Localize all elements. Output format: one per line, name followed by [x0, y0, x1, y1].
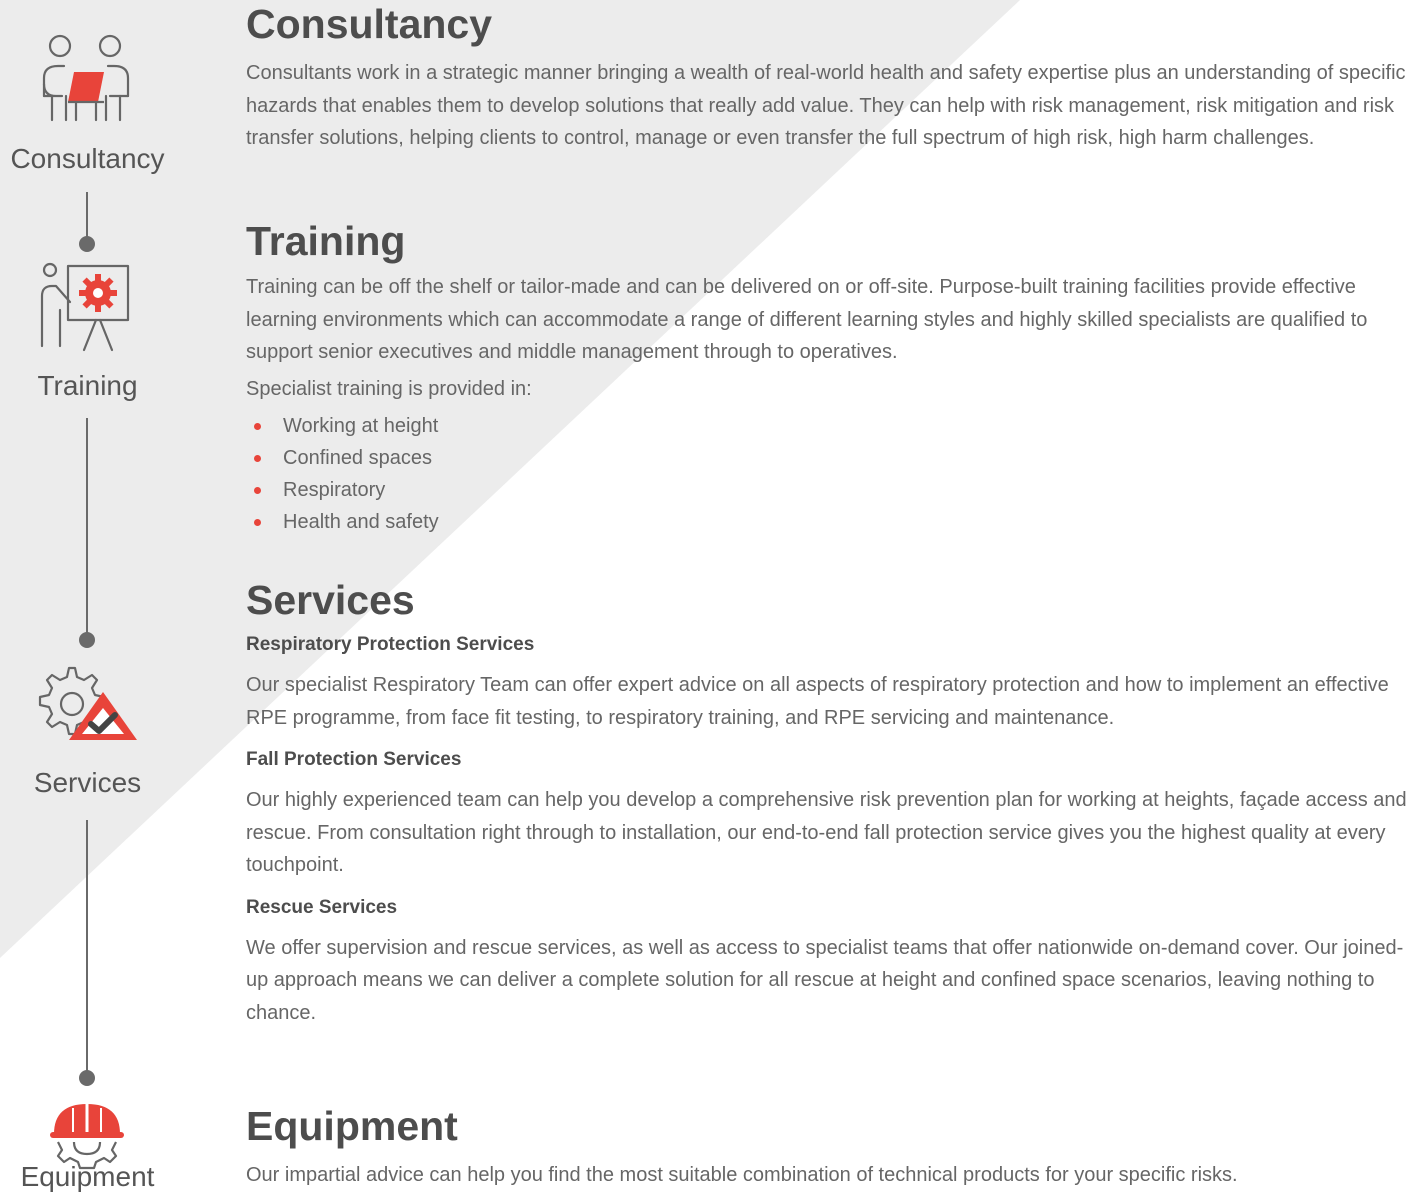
training-body: Training can be off the shelf or tailor-…	[246, 276, 1368, 363]
fall-protection-body: Our highly experienced team can help you…	[246, 789, 1407, 876]
training-heading: Training	[246, 218, 406, 264]
services-section: Services Respiratory Protection Services…	[246, 576, 1422, 1029]
consultancy-section: Consultancy Consultants work in a strate…	[246, 0, 1422, 155]
consultancy-people-icon	[42, 34, 130, 122]
timeline-dot	[79, 236, 95, 252]
training-list: Working at height Confined spaces Respir…	[246, 410, 1422, 538]
bullet-icon	[254, 519, 261, 526]
training-section: Training Training can be off the shelf o…	[246, 217, 1422, 538]
consultancy-heading: Consultancy	[246, 1, 493, 47]
equipment-hardhat-gear-icon	[50, 1104, 124, 1170]
services-timeline: Consultancy Training Services Equipment	[0, 0, 175, 1198]
list-item: Confined spaces	[246, 442, 1422, 474]
rescue-body: We offer supervision and rescue services…	[246, 936, 1404, 1024]
timeline-label-consultancy: Consultancy	[10, 143, 165, 174]
list-item: Working at height	[246, 410, 1422, 442]
bullet-icon	[254, 455, 261, 462]
bullet-icon	[254, 423, 261, 430]
consultancy-body: Consultants work in a strategic manner b…	[246, 62, 1406, 149]
services-gear-warning-icon	[38, 666, 137, 740]
timeline-connector	[86, 418, 88, 636]
equipment-section: Equipment Our impartial advice can help …	[246, 1102, 1422, 1192]
timeline-label-equipment: Equipment	[20, 1161, 155, 1192]
timeline-dot	[79, 632, 95, 648]
timeline-label-training: Training	[37, 370, 138, 401]
equipment-heading: Equipment	[246, 1103, 458, 1149]
timeline-label-services: Services	[33, 767, 142, 798]
respiratory-subheading: Respiratory Protection Services	[246, 634, 535, 655]
rescue-subheading: Rescue Services	[246, 896, 398, 918]
list-item: Health and safety	[246, 506, 1422, 538]
timeline-dot	[79, 1070, 95, 1086]
equipment-body: Our impartial advice can help you find t…	[246, 1164, 1238, 1186]
fall-protection-subheading: Fall Protection Services	[246, 749, 462, 770]
services-heading: Services	[246, 577, 415, 623]
bullet-icon	[254, 487, 261, 494]
timeline-connector	[86, 820, 88, 1074]
timeline-connector	[86, 192, 88, 242]
training-presentation-icon	[40, 262, 130, 352]
list-item: Respiratory	[246, 474, 1422, 506]
training-intro: Specialist training is provided in:	[246, 377, 532, 400]
respiratory-body: Our specialist Respiratory Team can offe…	[246, 674, 1389, 729]
